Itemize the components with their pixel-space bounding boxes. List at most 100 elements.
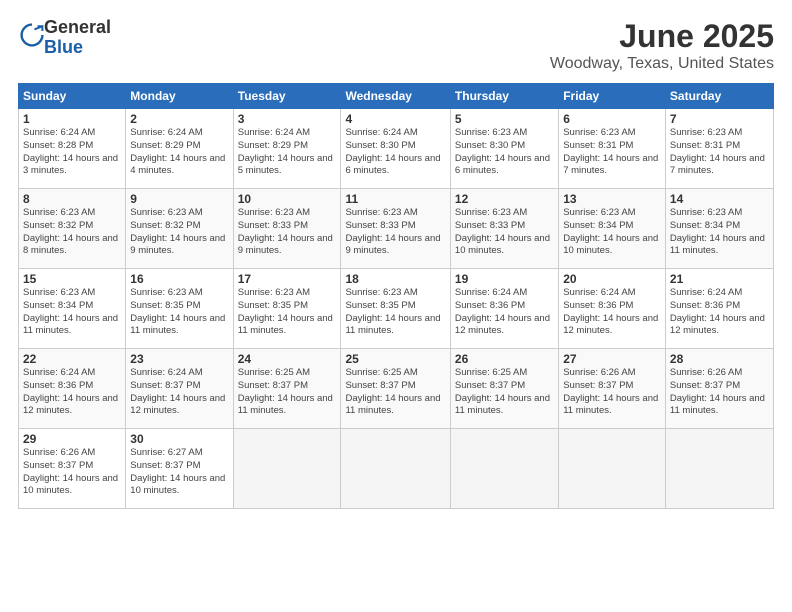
table-row: 3Sunrise: 6:24 AMSunset: 8:29 PMDaylight… bbox=[233, 109, 341, 189]
day-info: Sunrise: 6:23 AMSunset: 8:32 PMDaylight:… bbox=[23, 207, 121, 258]
day-info: Sunrise: 6:23 AMSunset: 8:30 PMDaylight:… bbox=[455, 127, 554, 178]
day-number: 8 bbox=[23, 192, 121, 206]
day-number: 5 bbox=[455, 112, 554, 126]
day-info: Sunrise: 6:23 AMSunset: 8:33 PMDaylight:… bbox=[455, 207, 554, 258]
header-saturday: Saturday bbox=[665, 84, 773, 109]
table-row bbox=[665, 429, 773, 509]
day-info: Sunrise: 6:23 AMSunset: 8:34 PMDaylight:… bbox=[670, 207, 769, 258]
day-number: 15 bbox=[23, 272, 121, 286]
day-number: 10 bbox=[238, 192, 337, 206]
day-info: Sunrise: 6:23 AMSunset: 8:34 PMDaylight:… bbox=[23, 287, 121, 338]
day-info: Sunrise: 6:24 AMSunset: 8:28 PMDaylight:… bbox=[23, 127, 121, 178]
day-info: Sunrise: 6:23 AMSunset: 8:33 PMDaylight:… bbox=[238, 207, 337, 258]
table-row: 21Sunrise: 6:24 AMSunset: 8:36 PMDayligh… bbox=[665, 269, 773, 349]
logo-icon bbox=[20, 23, 44, 47]
day-info: Sunrise: 6:23 AMSunset: 8:32 PMDaylight:… bbox=[130, 207, 228, 258]
table-row: 27Sunrise: 6:26 AMSunset: 8:37 PMDayligh… bbox=[559, 349, 666, 429]
day-number: 22 bbox=[23, 352, 121, 366]
table-row: 1Sunrise: 6:24 AMSunset: 8:28 PMDaylight… bbox=[19, 109, 126, 189]
day-info: Sunrise: 6:24 AMSunset: 8:29 PMDaylight:… bbox=[130, 127, 228, 178]
table-row: 29Sunrise: 6:26 AMSunset: 8:37 PMDayligh… bbox=[19, 429, 126, 509]
day-number: 17 bbox=[238, 272, 337, 286]
calendar-week-row: 22Sunrise: 6:24 AMSunset: 8:36 PMDayligh… bbox=[19, 349, 774, 429]
table-row: 25Sunrise: 6:25 AMSunset: 8:37 PMDayligh… bbox=[341, 349, 450, 429]
table-row: 30Sunrise: 6:27 AMSunset: 8:37 PMDayligh… bbox=[126, 429, 233, 509]
header-monday: Monday bbox=[126, 84, 233, 109]
day-info: Sunrise: 6:24 AMSunset: 8:36 PMDaylight:… bbox=[455, 287, 554, 338]
header-wednesday: Wednesday bbox=[341, 84, 450, 109]
calendar-table: Sunday Monday Tuesday Wednesday Thursday… bbox=[18, 83, 774, 509]
day-info: Sunrise: 6:27 AMSunset: 8:37 PMDaylight:… bbox=[130, 447, 228, 498]
table-row: 8Sunrise: 6:23 AMSunset: 8:32 PMDaylight… bbox=[19, 189, 126, 269]
table-row: 18Sunrise: 6:23 AMSunset: 8:35 PMDayligh… bbox=[341, 269, 450, 349]
day-number: 16 bbox=[130, 272, 228, 286]
table-row: 7Sunrise: 6:23 AMSunset: 8:31 PMDaylight… bbox=[665, 109, 773, 189]
table-row: 24Sunrise: 6:25 AMSunset: 8:37 PMDayligh… bbox=[233, 349, 341, 429]
header: General Blue June 2025 Woodway, Texas, U… bbox=[18, 18, 774, 73]
day-info: Sunrise: 6:26 AMSunset: 8:37 PMDaylight:… bbox=[563, 367, 661, 418]
day-number: 28 bbox=[670, 352, 769, 366]
day-number: 3 bbox=[238, 112, 337, 126]
title-block: June 2025 Woodway, Texas, United States bbox=[550, 18, 774, 73]
day-number: 13 bbox=[563, 192, 661, 206]
day-info: Sunrise: 6:24 AMSunset: 8:37 PMDaylight:… bbox=[130, 367, 228, 418]
day-number: 19 bbox=[455, 272, 554, 286]
table-row: 20Sunrise: 6:24 AMSunset: 8:36 PMDayligh… bbox=[559, 269, 666, 349]
day-number: 29 bbox=[23, 432, 121, 446]
day-number: 24 bbox=[238, 352, 337, 366]
table-row: 23Sunrise: 6:24 AMSunset: 8:37 PMDayligh… bbox=[126, 349, 233, 429]
logo: General Blue bbox=[18, 18, 111, 58]
day-number: 11 bbox=[345, 192, 445, 206]
day-number: 27 bbox=[563, 352, 661, 366]
day-info: Sunrise: 6:23 AMSunset: 8:35 PMDaylight:… bbox=[345, 287, 445, 338]
day-info: Sunrise: 6:23 AMSunset: 8:31 PMDaylight:… bbox=[670, 127, 769, 178]
day-info: Sunrise: 6:26 AMSunset: 8:37 PMDaylight:… bbox=[670, 367, 769, 418]
table-row bbox=[341, 429, 450, 509]
page: General Blue June 2025 Woodway, Texas, U… bbox=[0, 0, 792, 612]
table-row: 11Sunrise: 6:23 AMSunset: 8:33 PMDayligh… bbox=[341, 189, 450, 269]
header-friday: Friday bbox=[559, 84, 666, 109]
calendar-title: June 2025 bbox=[550, 18, 774, 55]
day-info: Sunrise: 6:23 AMSunset: 8:31 PMDaylight:… bbox=[563, 127, 661, 178]
day-number: 2 bbox=[130, 112, 228, 126]
table-row bbox=[450, 429, 558, 509]
table-row bbox=[233, 429, 341, 509]
day-info: Sunrise: 6:26 AMSunset: 8:37 PMDaylight:… bbox=[23, 447, 121, 498]
table-row: 13Sunrise: 6:23 AMSunset: 8:34 PMDayligh… bbox=[559, 189, 666, 269]
logo-blue: Blue bbox=[44, 37, 83, 57]
day-info: Sunrise: 6:24 AMSunset: 8:36 PMDaylight:… bbox=[670, 287, 769, 338]
table-row: 14Sunrise: 6:23 AMSunset: 8:34 PMDayligh… bbox=[665, 189, 773, 269]
day-number: 20 bbox=[563, 272, 661, 286]
calendar-week-row: 1Sunrise: 6:24 AMSunset: 8:28 PMDaylight… bbox=[19, 109, 774, 189]
table-row: 4Sunrise: 6:24 AMSunset: 8:30 PMDaylight… bbox=[341, 109, 450, 189]
day-number: 4 bbox=[345, 112, 445, 126]
day-info: Sunrise: 6:23 AMSunset: 8:35 PMDaylight:… bbox=[130, 287, 228, 338]
table-row bbox=[559, 429, 666, 509]
logo-general: General bbox=[44, 17, 111, 37]
table-row: 5Sunrise: 6:23 AMSunset: 8:30 PMDaylight… bbox=[450, 109, 558, 189]
day-number: 21 bbox=[670, 272, 769, 286]
day-info: Sunrise: 6:23 AMSunset: 8:33 PMDaylight:… bbox=[345, 207, 445, 258]
day-info: Sunrise: 6:23 AMSunset: 8:35 PMDaylight:… bbox=[238, 287, 337, 338]
day-number: 14 bbox=[670, 192, 769, 206]
table-row: 15Sunrise: 6:23 AMSunset: 8:34 PMDayligh… bbox=[19, 269, 126, 349]
day-info: Sunrise: 6:24 AMSunset: 8:30 PMDaylight:… bbox=[345, 127, 445, 178]
day-info: Sunrise: 6:25 AMSunset: 8:37 PMDaylight:… bbox=[345, 367, 445, 418]
table-row: 19Sunrise: 6:24 AMSunset: 8:36 PMDayligh… bbox=[450, 269, 558, 349]
day-number: 1 bbox=[23, 112, 121, 126]
day-number: 18 bbox=[345, 272, 445, 286]
day-number: 26 bbox=[455, 352, 554, 366]
table-row: 12Sunrise: 6:23 AMSunset: 8:33 PMDayligh… bbox=[450, 189, 558, 269]
calendar-subtitle: Woodway, Texas, United States bbox=[550, 55, 774, 73]
table-row: 17Sunrise: 6:23 AMSunset: 8:35 PMDayligh… bbox=[233, 269, 341, 349]
table-row: 26Sunrise: 6:25 AMSunset: 8:37 PMDayligh… bbox=[450, 349, 558, 429]
header-thursday: Thursday bbox=[450, 84, 558, 109]
calendar-week-row: 29Sunrise: 6:26 AMSunset: 8:37 PMDayligh… bbox=[19, 429, 774, 509]
calendar-week-row: 8Sunrise: 6:23 AMSunset: 8:32 PMDaylight… bbox=[19, 189, 774, 269]
table-row: 10Sunrise: 6:23 AMSunset: 8:33 PMDayligh… bbox=[233, 189, 341, 269]
table-row: 22Sunrise: 6:24 AMSunset: 8:36 PMDayligh… bbox=[19, 349, 126, 429]
table-row: 6Sunrise: 6:23 AMSunset: 8:31 PMDaylight… bbox=[559, 109, 666, 189]
day-info: Sunrise: 6:25 AMSunset: 8:37 PMDaylight:… bbox=[455, 367, 554, 418]
logo-text: General Blue bbox=[44, 18, 111, 58]
day-number: 9 bbox=[130, 192, 228, 206]
